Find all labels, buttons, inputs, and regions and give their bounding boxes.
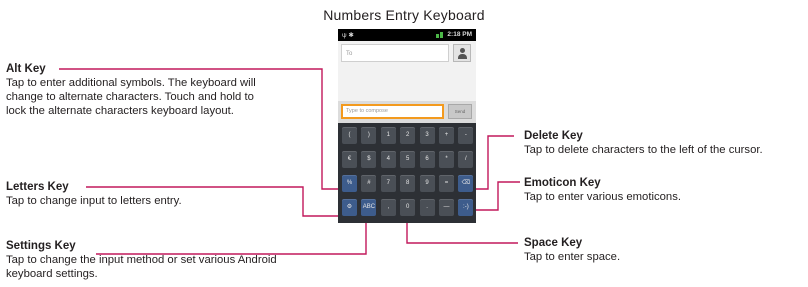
letters-key-callout: Letters Key Tap to change input to lette… bbox=[6, 180, 276, 208]
recipient-area: To bbox=[338, 41, 476, 101]
key-18[interactable]: 9 bbox=[419, 175, 435, 192]
signal-icon bbox=[436, 34, 439, 38]
delete-key-callout: Delete Key Tap to delete characters to t… bbox=[524, 129, 808, 157]
phone-screen: ψ ✱ 2:18 PM To Type to compose Send () 1 2… bbox=[338, 29, 476, 223]
key-4[interactable]: 3 bbox=[419, 127, 435, 144]
delete-key-title: Delete Key bbox=[524, 130, 583, 142]
key-17[interactable]: 8 bbox=[400, 175, 416, 192]
key-25[interactable]: . bbox=[419, 199, 435, 216]
letters-key[interactable]: ABC bbox=[361, 199, 377, 216]
key-13[interactable]: / bbox=[458, 151, 474, 168]
usb-icon: ψ ✱ bbox=[342, 32, 354, 39]
contact-icon-body bbox=[458, 54, 467, 59]
space-key-description: Tap to enter space. bbox=[524, 251, 621, 263]
delete-key-connector bbox=[476, 135, 514, 190]
settings-key-callout: Settings Key Tap to change the input met… bbox=[6, 239, 306, 281]
space-key-callout: Space Key Tap to enter space. bbox=[524, 236, 794, 264]
emoticon-key-title: Emoticon Key bbox=[524, 177, 601, 189]
letters-key-title: Letters Key bbox=[6, 181, 69, 193]
space-key-title: Space Key bbox=[524, 237, 583, 249]
key-19[interactable]: = bbox=[439, 175, 454, 192]
key-7[interactable]: € bbox=[342, 151, 357, 168]
settings-key-description: Tap to change the input method or set va… bbox=[6, 254, 277, 280]
status-time: 2:18 PM bbox=[447, 31, 472, 38]
emoticon-key-connector bbox=[473, 181, 520, 211]
letters-key-description: Tap to change input to letters entry. bbox=[6, 195, 182, 207]
contact-icon bbox=[460, 48, 465, 53]
key-0[interactable]: ( bbox=[342, 127, 357, 144]
zero-key[interactable]: 0 bbox=[400, 199, 416, 216]
key-3[interactable]: 2 bbox=[400, 127, 416, 144]
key-12[interactable]: * bbox=[439, 151, 454, 168]
key-15[interactable]: # bbox=[361, 175, 377, 192]
key-10[interactable]: 5 bbox=[400, 151, 416, 168]
key-6[interactable]: - bbox=[458, 127, 474, 144]
settings-key-title: Settings Key bbox=[6, 240, 76, 252]
add-contact-button[interactable] bbox=[453, 44, 471, 62]
alt-key-callout: Alt Key Tap to enter additional symbols.… bbox=[6, 62, 276, 118]
key-2[interactable]: 1 bbox=[380, 127, 396, 144]
delete-key[interactable]: ⌫ bbox=[458, 175, 474, 192]
alt-key[interactable]: % bbox=[342, 175, 357, 192]
settings-key[interactable]: ⚙ bbox=[342, 199, 357, 216]
compose-area: Type to compose Send bbox=[338, 101, 476, 123]
key-23[interactable]: , bbox=[380, 199, 396, 216]
key-8[interactable]: $ bbox=[361, 151, 377, 168]
emoticon-key[interactable]: :-) bbox=[458, 199, 474, 216]
key-1[interactable]: ) bbox=[361, 127, 377, 144]
delete-key-description: Tap to delete characters to the left of … bbox=[524, 144, 763, 156]
alt-key-description: Tap to enter additional symbols. The key… bbox=[6, 77, 256, 117]
send-button[interactable]: Send bbox=[448, 104, 472, 119]
emoticon-key-callout: Emoticon Key Tap to enter various emotic… bbox=[524, 176, 794, 204]
key-11[interactable]: 6 bbox=[419, 151, 435, 168]
alt-key-title: Alt Key bbox=[6, 63, 46, 75]
numbers-keyboard: () 1 2 3 + - € $4 5 6 * /% #7 8 9 = ⌫ ⚙ ABC, 0. —:-) bbox=[338, 123, 476, 223]
status-bar: ψ ✱ 2:18 PM bbox=[338, 29, 476, 41]
compose-field[interactable]: Type to compose bbox=[341, 104, 444, 119]
space-key[interactable]: — bbox=[439, 199, 454, 216]
to-field[interactable]: To bbox=[341, 44, 449, 62]
signal-icon-bar bbox=[440, 32, 443, 38]
emoticon-key-description: Tap to enter various emoticons. bbox=[524, 191, 681, 203]
page-title: Numbers Entry Keyboard bbox=[323, 7, 485, 23]
key-9[interactable]: 4 bbox=[380, 151, 396, 168]
key-5[interactable]: + bbox=[439, 127, 454, 144]
key-16[interactable]: 7 bbox=[380, 175, 396, 192]
